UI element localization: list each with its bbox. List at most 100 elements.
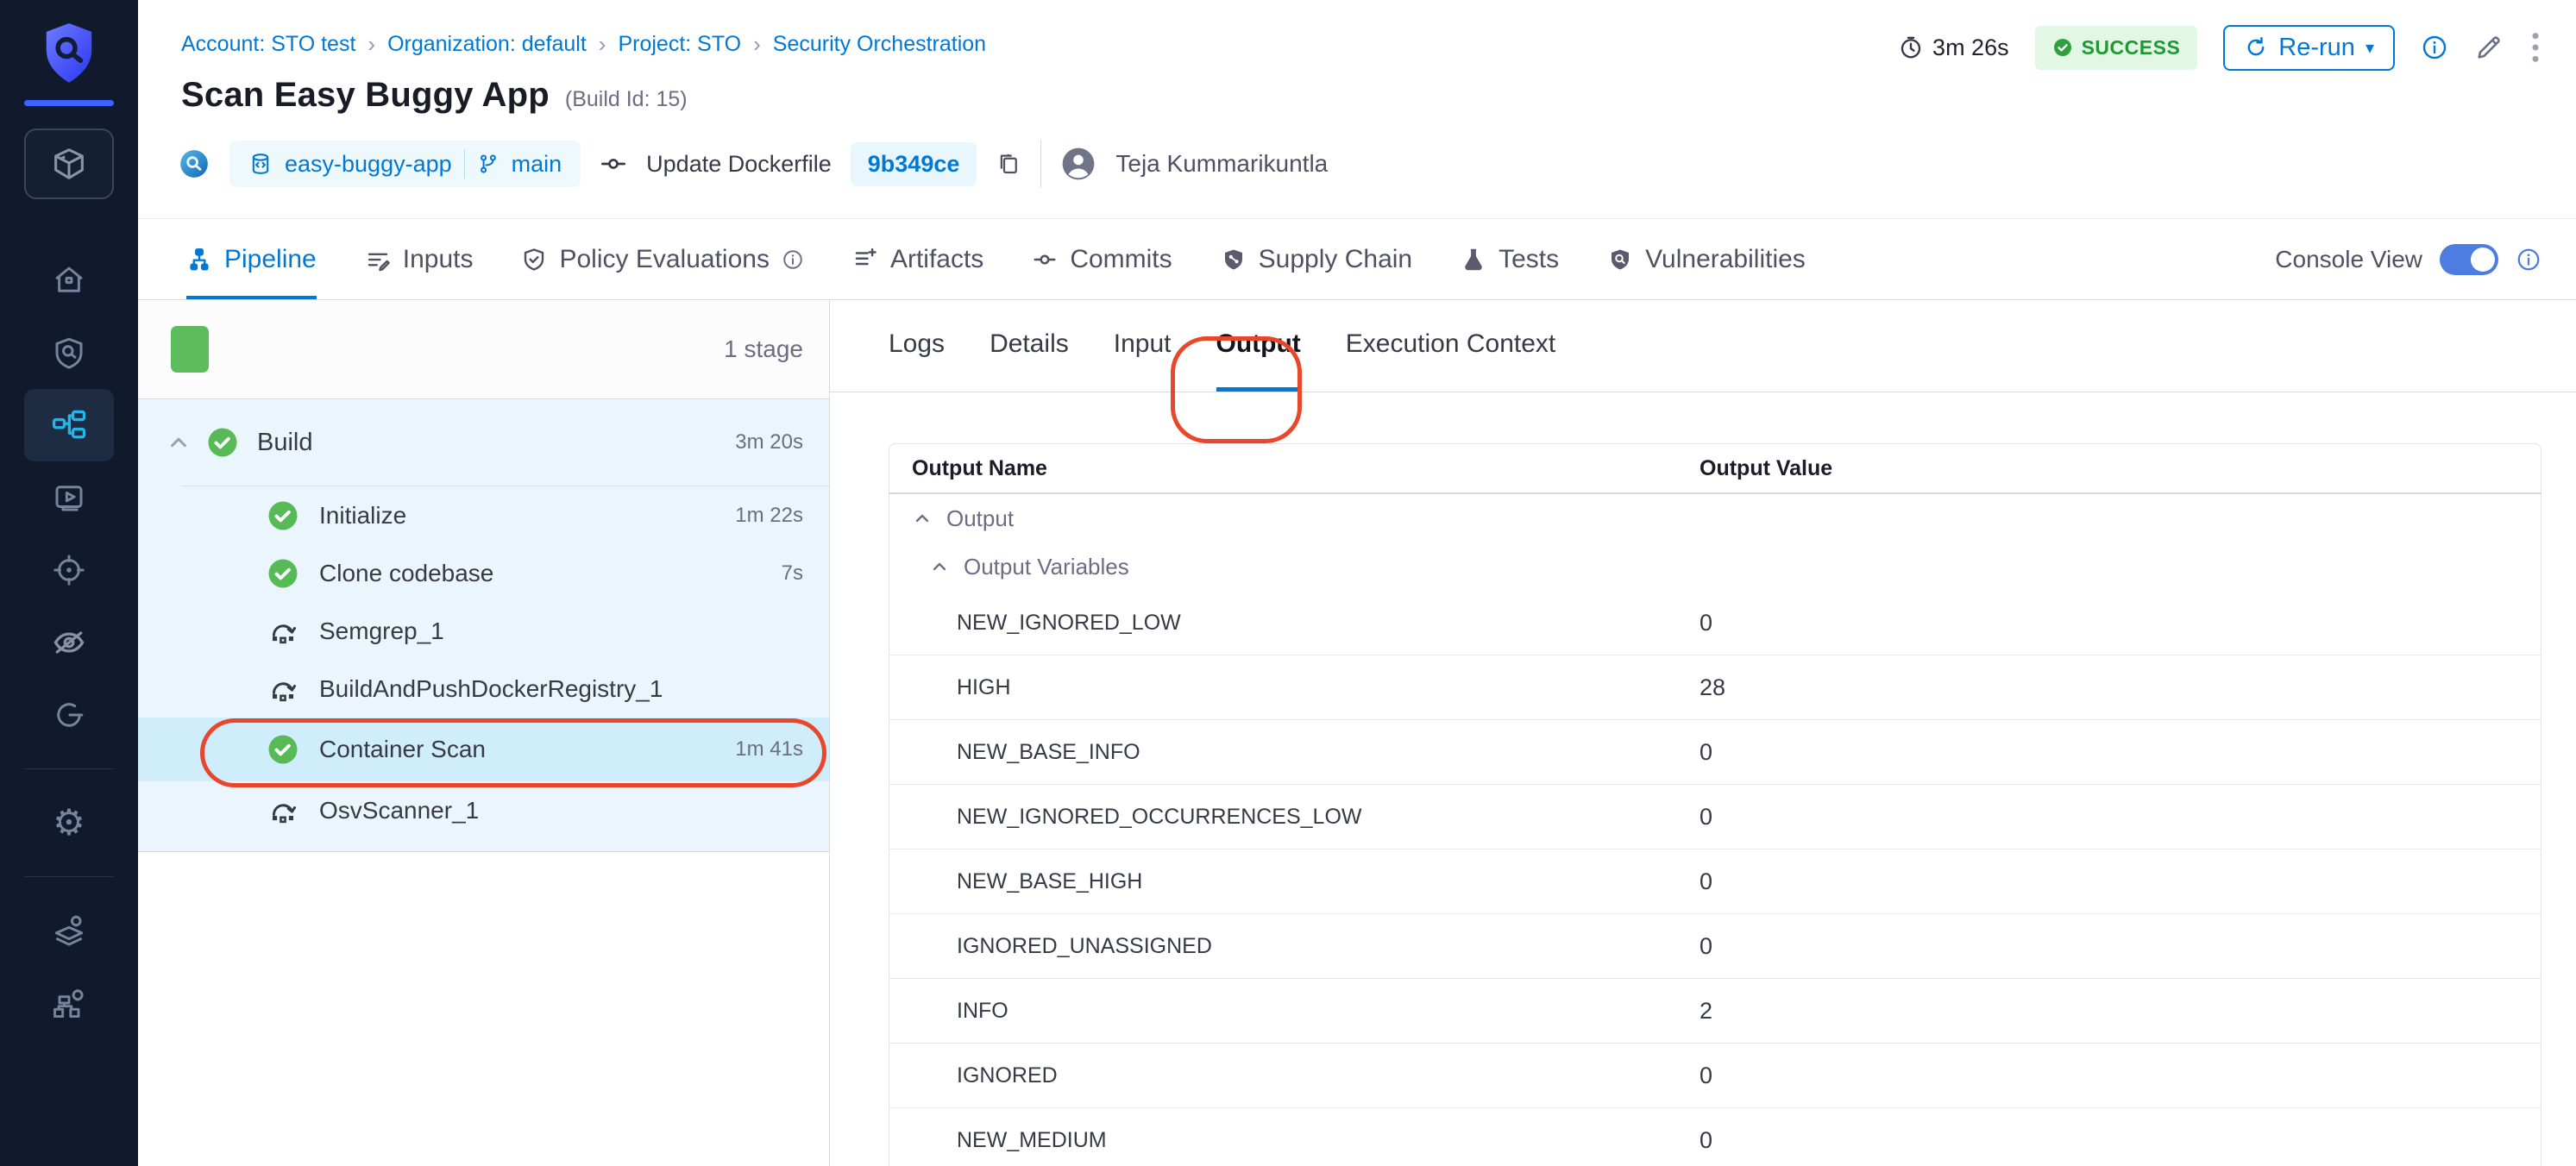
- module-selector-button[interactable]: [24, 129, 114, 199]
- success-check-icon: [207, 427, 238, 458]
- more-options-icon[interactable]: [2529, 30, 2541, 65]
- toggle-knob: [2471, 248, 2495, 272]
- sidebar-item-executions[interactable]: [24, 461, 114, 534]
- tab-pipeline[interactable]: Pipeline: [186, 219, 317, 299]
- table-row: IGNORED_UNASSIGNED 0: [889, 914, 2541, 978]
- nav-accent-bar: [24, 100, 114, 106]
- sidebar-item-getting-started[interactable]: [24, 679, 114, 751]
- group-row-output[interactable]: Output: [889, 494, 2541, 542]
- tab-output[interactable]: Output: [1216, 300, 1301, 392]
- supply-chain-icon: [1221, 247, 1247, 273]
- repo-name-link[interactable]: easy-buggy-app: [285, 151, 452, 178]
- branch-name-link[interactable]: main: [512, 151, 562, 178]
- stage-duration: 3m 20s: [735, 430, 803, 454]
- edit-pencil-icon[interactable]: [2474, 33, 2504, 62]
- module-cube-icon: [49, 144, 89, 184]
- status-badge: SUCCESS: [2035, 26, 2198, 70]
- console-view-toggle[interactable]: [2440, 244, 2498, 275]
- console-info-icon[interactable]: [2516, 247, 2541, 273]
- sidebar-divider-2: [24, 876, 114, 877]
- refresh-icon: [2244, 35, 2268, 60]
- step-row-osv-scanner[interactable]: OsvScanner_1: [138, 781, 829, 839]
- trigger-author-name: Teja Kummarikuntla: [1115, 150, 1328, 178]
- step-row-initialize[interactable]: Initialize 1m 22s: [138, 486, 829, 544]
- build-id-label: (Build Id: 15): [565, 87, 688, 112]
- tab-artifacts[interactable]: Artifacts: [852, 219, 983, 299]
- sto-shield-logo: [39, 21, 99, 86]
- breadcrumb-separator: ›: [753, 31, 761, 58]
- tab-logs[interactable]: Logs: [889, 300, 945, 392]
- collapse-chevron-icon[interactable]: [166, 429, 192, 455]
- tab-policy-evaluations[interactable]: Policy Evaluations: [521, 219, 803, 299]
- sidebar-item-org-settings[interactable]: [24, 894, 114, 967]
- breadcrumb-separator: ›: [599, 31, 606, 58]
- step-row-semgrep[interactable]: Semgrep_1: [138, 602, 829, 660]
- step-detail-panel: Logs Details Input Output Execution Cont…: [830, 300, 2576, 1166]
- sidebar-item-overview[interactable]: [24, 317, 114, 389]
- sidebar-item-exemptions[interactable]: [24, 606, 114, 679]
- tab-details[interactable]: Details: [990, 300, 1069, 392]
- pill-divider: [464, 149, 465, 179]
- tab-tests[interactable]: Tests: [1461, 219, 1559, 299]
- stage-row-build[interactable]: Build 3m 20s: [138, 399, 829, 486]
- table-row: NEW_BASE_INFO 0: [889, 720, 2541, 784]
- success-check-icon: [2052, 37, 2073, 58]
- stage-execution-panel: 1 stage Build 3m 20s: [138, 300, 830, 1166]
- power-icon: [51, 697, 87, 733]
- rerun-dropdown-caret[interactable]: ▾: [2366, 37, 2374, 59]
- tab-commits[interactable]: Commits: [1032, 219, 1172, 299]
- tab-execution-context[interactable]: Execution Context: [1346, 300, 1555, 392]
- pipeline-icon: [50, 406, 88, 444]
- layers-gear-icon: [50, 912, 88, 950]
- breadcrumb-org-link[interactable]: Organization: default: [387, 32, 587, 57]
- eye-off-icon: [50, 624, 88, 661]
- breadcrumb-project-link[interactable]: Project: STO: [618, 32, 741, 57]
- copy-icon[interactable]: [996, 151, 1021, 177]
- target-icon: [51, 552, 87, 588]
- sidebar-item-home[interactable]: [24, 244, 114, 317]
- policy-info-icon[interactable]: [782, 248, 804, 271]
- step-row-container-scan[interactable]: Container Scan 1m 41s: [138, 718, 829, 781]
- collapse-chevron-icon: [912, 508, 933, 529]
- rerun-button[interactable]: Re-run ▾: [2223, 25, 2395, 71]
- git-branch-icon: [477, 152, 499, 176]
- console-view-label: Console View: [2275, 246, 2422, 273]
- breadcrumb-separator: ›: [368, 31, 375, 58]
- breadcrumb-module-link[interactable]: Security Orchestration: [773, 32, 986, 57]
- stage-status-chip[interactable]: [171, 326, 209, 373]
- header-actions: 3m 26s SUCCESS Re-run ▾: [1898, 21, 2541, 74]
- step-row-clone-codebase[interactable]: Clone codebase 7s: [138, 544, 829, 602]
- sidebar-item-targets[interactable]: [24, 534, 114, 606]
- sidebar-item-account-settings[interactable]: [24, 967, 114, 1039]
- table-row: INFO 2: [889, 979, 2541, 1043]
- tab-vulnerabilities[interactable]: Vulnerabilities: [1607, 219, 1806, 299]
- breadcrumb: Account: STO test › Organization: defaul…: [181, 31, 986, 58]
- stage-panel-header: 1 stage: [138, 300, 829, 399]
- info-icon[interactable]: [2421, 34, 2448, 61]
- table-row: IGNORED 0: [889, 1044, 2541, 1107]
- policy-shield-icon: [521, 247, 547, 273]
- ci-module-icon: [178, 147, 210, 180]
- step-row-build-and-push-docker-registry[interactable]: BuildAndPushDockerRegistry_1: [138, 660, 829, 718]
- commit-sha-link[interactable]: 9b349ce: [851, 142, 977, 186]
- table-row: NEW_MEDIUM 0: [889, 1108, 2541, 1166]
- home-icon: [51, 262, 87, 298]
- tab-supply-chain[interactable]: Supply Chain: [1221, 219, 1412, 299]
- queued-step-icon: [267, 795, 298, 826]
- breadcrumb-account-link[interactable]: Account: STO test: [181, 32, 355, 57]
- sidebar-item-pipelines[interactable]: [24, 389, 114, 461]
- shield-search-icon: [51, 335, 87, 371]
- page-title: Scan Easy Buggy App: [181, 76, 550, 115]
- sidebar-item-project-settings[interactable]: ⚙: [24, 787, 114, 859]
- execution-tabbar: Pipeline Inputs Policy Evaluations: [138, 218, 2576, 300]
- stage-build-section: Build 3m 20s Initialize 1m 22s: [138, 399, 829, 852]
- table-row: NEW_IGNORED_OCCURRENCES_LOW 0: [889, 785, 2541, 849]
- queued-step-icon: [267, 616, 298, 647]
- tab-input[interactable]: Input: [1114, 300, 1172, 392]
- commit-icon: [600, 150, 627, 178]
- tab-inputs[interactable]: Inputs: [365, 219, 474, 299]
- success-check-icon: [267, 558, 298, 589]
- group-row-output-variables[interactable]: Output Variables: [889, 542, 2541, 591]
- vulnerabilities-shield-icon: [1607, 247, 1633, 273]
- repo-branch-pill: easy-buggy-app main: [229, 141, 581, 187]
